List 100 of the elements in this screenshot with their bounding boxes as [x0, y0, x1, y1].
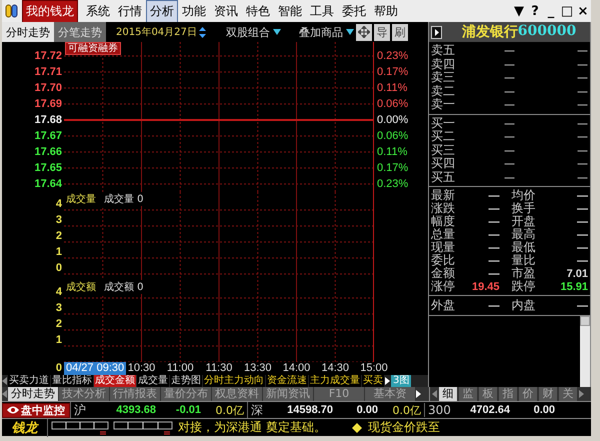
- indicator-reading: 成交额 0: [104, 280, 144, 294]
- window-control-button[interactable]: _: [543, 4, 559, 18]
- order-volume: —: [576, 170, 589, 184]
- toolbar-button[interactable]: 刷: [392, 24, 408, 40]
- stat-label: 开盘: [510, 214, 536, 228]
- menu-item[interactable]: 资讯: [210, 0, 242, 22]
- scroll-left-icon[interactable]: [432, 390, 437, 398]
- eye-icon: [7, 406, 19, 414]
- market-name: 300: [424, 403, 448, 417]
- turnover-value: 0.0亿: [214, 402, 245, 418]
- brand-button[interactable]: 我的钱龙: [22, 0, 78, 22]
- news-headline[interactable]: 对接，为深港通 奠定基础。: [178, 419, 326, 436]
- menu-item[interactable]: 系统: [82, 0, 114, 22]
- price-axis-label: 17.67: [34, 129, 62, 144]
- stat-label: 换手: [510, 200, 536, 216]
- stat-label: 涨停: [430, 279, 455, 295]
- order-price: —: [503, 44, 516, 58]
- index-change: 0.00: [356, 404, 378, 416]
- indicator-reading: 成交量 0: [104, 192, 144, 206]
- window-control-button[interactable]: ▼: [511, 4, 527, 18]
- stat-value: 19.45: [470, 280, 500, 292]
- stat-value: 7.01: [566, 268, 589, 280]
- percent-axis-label: 0.06%: [377, 129, 410, 144]
- toolbar-button[interactable]: 导: [374, 24, 390, 40]
- time-axis-label: 14:00: [282, 362, 310, 375]
- stat-value: 15.91: [559, 280, 589, 292]
- indicator-tab[interactable]: 买卖力道: [8, 375, 50, 387]
- price-axis-label: 17.70: [34, 81, 62, 96]
- stat-label: 涨跌: [430, 200, 455, 215]
- view-tab[interactable]: 分时走势: [2, 22, 54, 42]
- menu-item[interactable]: 分析: [146, 0, 178, 22]
- time-axis-label: 13:30: [244, 362, 272, 375]
- price-axis-label: 17.71: [34, 65, 62, 80]
- dropdown-caret-icon[interactable]: [346, 29, 354, 35]
- stat-label: 幅度: [430, 214, 455, 228]
- stock-code: 600000: [518, 23, 576, 41]
- view-tab[interactable]: 分笔走势: [54, 22, 106, 42]
- order-price: —: [503, 71, 516, 84]
- order-price: —: [503, 170, 516, 184]
- news-headline[interactable]: 现货金价跌至: [368, 419, 440, 436]
- stat-label: 最低: [510, 240, 536, 254]
- volume-axis-label: 1: [56, 333, 62, 348]
- stock-name: 浦发银行: [462, 23, 518, 41]
- page-tab[interactable]: 分时走势: [8, 387, 58, 401]
- spinner-icon[interactable]: [198, 26, 206, 38]
- stat-label: 量比: [510, 253, 536, 267]
- stat-value: —: [488, 300, 500, 312]
- overlay-dropdown[interactable]: 叠加商品: [298, 24, 343, 40]
- stat-label: 委比: [430, 252, 455, 267]
- combo-dropdown[interactable]: 双股组合: [226, 24, 270, 40]
- index-value: 4393.68: [115, 404, 156, 416]
- order-volume: —: [576, 58, 589, 71]
- volume-axis-label: 3: [56, 301, 62, 316]
- app-logo-icon: [5, 3, 19, 19]
- order-volume: —: [576, 157, 589, 170]
- order-level-label: 卖一: [430, 96, 456, 114]
- menu-item[interactable]: 智能: [274, 0, 306, 22]
- window-control-button[interactable]: ?: [527, 4, 543, 18]
- menu-item[interactable]: 行情: [114, 0, 146, 22]
- time-axis-label: 11:00: [166, 362, 194, 375]
- menu-item[interactable]: 特色: [242, 0, 274, 22]
- move-button[interactable]: [356, 24, 372, 40]
- order-volume: —: [576, 116, 589, 130]
- index-change: -0.01: [174, 404, 201, 416]
- dropdown-caret-icon[interactable]: [272, 29, 281, 35]
- stat-value: —: [576, 242, 589, 254]
- panel-toggle-icon[interactable]: [431, 26, 442, 38]
- stat-value: —: [576, 190, 589, 202]
- price-axis-label: 17.66: [34, 145, 62, 160]
- stat-label: 金额: [430, 266, 455, 280]
- scrollbar[interactable]: [580, 316, 590, 387]
- order-volume: —: [576, 130, 589, 144]
- order-level-label: 买一: [430, 114, 456, 130]
- price-axis-label: 17.64: [34, 177, 62, 192]
- detail-tab[interactable]: 细: [439, 387, 457, 401]
- indicator-tab[interactable]: 走势图: [170, 375, 202, 387]
- stat-label: 总量: [430, 227, 455, 242]
- time-axis-label: 10:30: [128, 362, 156, 375]
- percent-axis-label: 0.23%: [377, 49, 410, 64]
- percent-axis-label: 0.11%: [377, 81, 408, 96]
- menu-item[interactable]: 帮助: [370, 0, 402, 22]
- date-field[interactable]: 2015年04月27日: [116, 25, 197, 39]
- monitor-button[interactable]: 盘中监控: [2, 402, 70, 418]
- percent-axis-label: 0.23%: [377, 177, 410, 192]
- window-control-button[interactable]: ×: [575, 4, 591, 18]
- diamond-icon: [352, 422, 362, 432]
- percent-axis-label: 0.17%: [377, 161, 410, 176]
- volume-axis-label: 0: [56, 261, 62, 276]
- window-control-button[interactable]: □: [559, 4, 575, 18]
- time-axis-label: 14:30: [321, 362, 350, 375]
- indicator-tab[interactable]: 买卖: [362, 375, 384, 387]
- indicator-tab[interactable]: 量比指标: [51, 375, 93, 387]
- stat-label: 最新: [430, 187, 455, 202]
- order-level-label: 买三: [430, 142, 456, 158]
- menu-item[interactable]: 委托: [338, 0, 370, 22]
- menu-item[interactable]: 工具: [306, 0, 338, 22]
- menu-item[interactable]: 功能: [178, 0, 210, 22]
- stat-label: 现量: [430, 240, 455, 254]
- order-price: —: [503, 58, 516, 71]
- percent-axis-label: 0.06%: [377, 97, 410, 112]
